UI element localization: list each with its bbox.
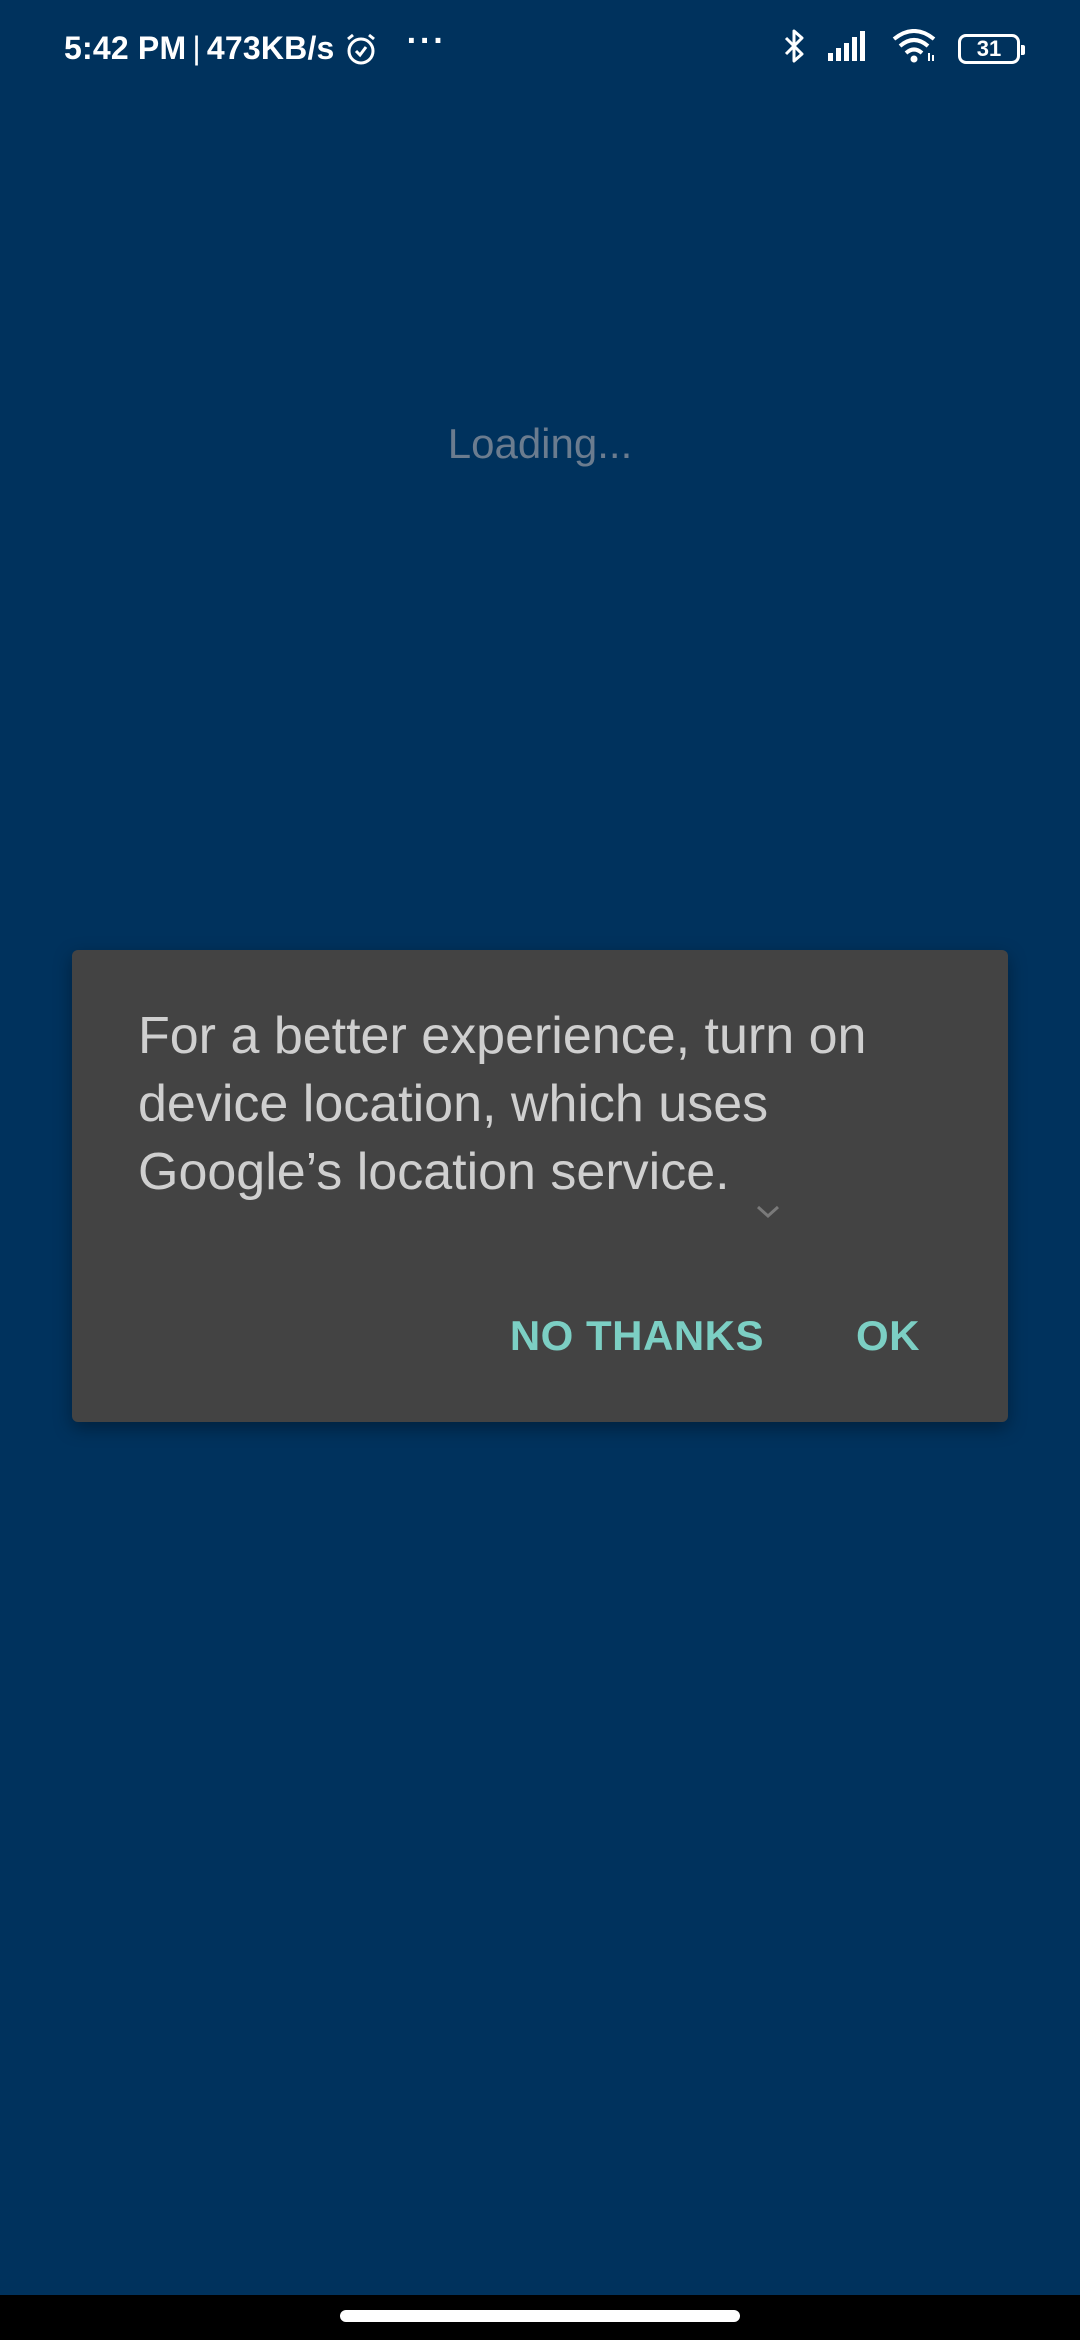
bluetooth-icon — [782, 28, 806, 69]
network-speed: 473KB/s — [206, 30, 335, 66]
battery-icon: 31 — [958, 33, 1025, 64]
alarm-icon — [343, 31, 379, 67]
chevron-down-icon[interactable] — [756, 1168, 780, 1219]
location-dialog: For a better experience, turn on device … — [72, 950, 1008, 1422]
status-separator: | — [192, 30, 201, 66]
navigation-bar — [0, 2295, 1080, 2340]
wifi-icon — [892, 29, 936, 68]
ok-button[interactable]: OK — [856, 1312, 920, 1360]
more-icon: ··· — [406, 21, 447, 60]
no-thanks-button[interactable]: NO THANKS — [510, 1312, 764, 1360]
status-right: 31 — [782, 28, 1025, 69]
status-bar: 5:42 PM | 473KB/s ··· 31 — [0, 0, 1080, 100]
signal-icon — [828, 31, 870, 66]
dialog-actions: NO THANKS OK — [510, 1312, 920, 1360]
status-left: 5:42 PM | 473KB/s ··· — [64, 24, 447, 67]
status-time: 5:42 PM — [64, 30, 187, 66]
battery-level: 31 — [976, 35, 1002, 61]
dialog-message-container: For a better experience, turn on device … — [138, 1002, 958, 1219]
home-indicator[interactable] — [340, 2310, 740, 2322]
loading-text: Loading... — [447, 420, 633, 467]
